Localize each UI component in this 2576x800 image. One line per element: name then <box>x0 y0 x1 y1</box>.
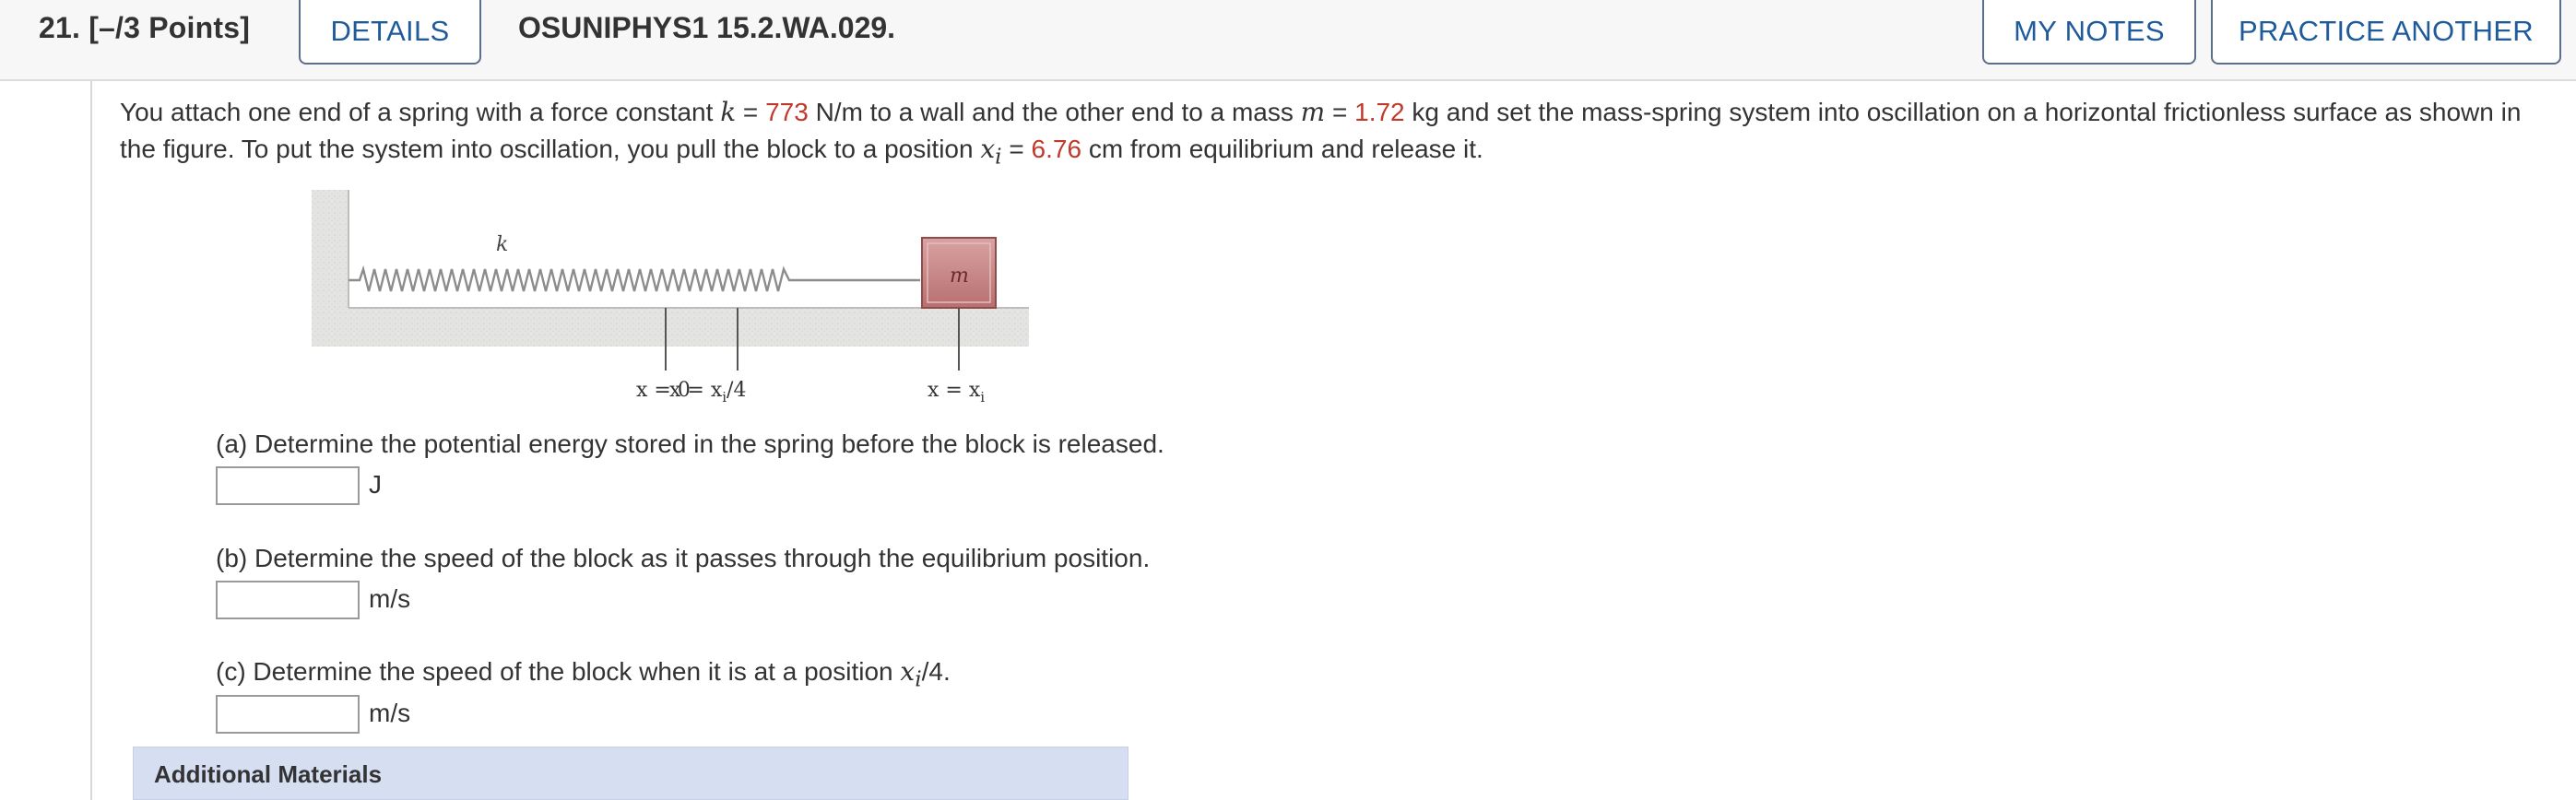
question-code: OSUNIPHYS1 15.2.WA.029. <box>518 11 896 44</box>
part-a-answer-input[interactable] <box>216 466 360 505</box>
given-m-value: 1.72 <box>1354 98 1405 126</box>
practice-another-button[interactable]: PRACTICE ANOTHER <box>2211 0 2561 65</box>
var-xi: x <box>980 134 996 164</box>
question-number-and-points: 21. [–/3 Points] <box>39 11 250 45</box>
part-c-unit: m/s <box>369 699 411 727</box>
question-number: 21. <box>39 11 81 44</box>
content-divider <box>90 81 92 800</box>
var-k: k <box>720 97 737 127</box>
label-xi: x = xi <box>928 379 985 406</box>
details-button[interactable]: DETAILS <box>299 0 481 65</box>
part-b-prompt: (b) Determine the speed of the block as … <box>216 544 1151 572</box>
given-k-value: 773 <box>765 98 809 126</box>
part-c-prompt: (c) Determine the speed of the block whe… <box>216 656 951 692</box>
spring <box>349 265 920 292</box>
floor <box>312 308 1029 347</box>
spring-mass-figure: k m x = 0 x = xi/4 x = xi <box>312 190 1029 406</box>
part-a-prompt: (a) Determine the potential energy store… <box>216 429 1164 458</box>
additional-materials-panel[interactable]: Additional Materials <box>133 747 1128 800</box>
part-b-unit: m/s <box>369 584 411 613</box>
additional-materials-label: Additional Materials <box>154 760 383 788</box>
var-m: m <box>1300 97 1326 127</box>
part-c-answer-input[interactable] <box>216 695 360 734</box>
my-notes-button[interactable]: MY NOTES <box>1982 0 2196 65</box>
question-points: [–/3 Points] <box>89 11 251 44</box>
part-b-answer-input[interactable] <box>216 581 360 619</box>
problem-statement: You attach one end of a spring with a fo… <box>120 97 2522 170</box>
mass-label: m <box>950 265 969 288</box>
question-header: 21. [–/3 Points] DETAILS OSUNIPHYS1 15.2… <box>0 0 2576 81</box>
label-xq: x = xi/4 <box>669 379 746 406</box>
part-a-unit: J <box>369 470 382 499</box>
given-xi-value: 6.76 <box>1031 135 1082 163</box>
spring-label: k <box>496 233 508 256</box>
